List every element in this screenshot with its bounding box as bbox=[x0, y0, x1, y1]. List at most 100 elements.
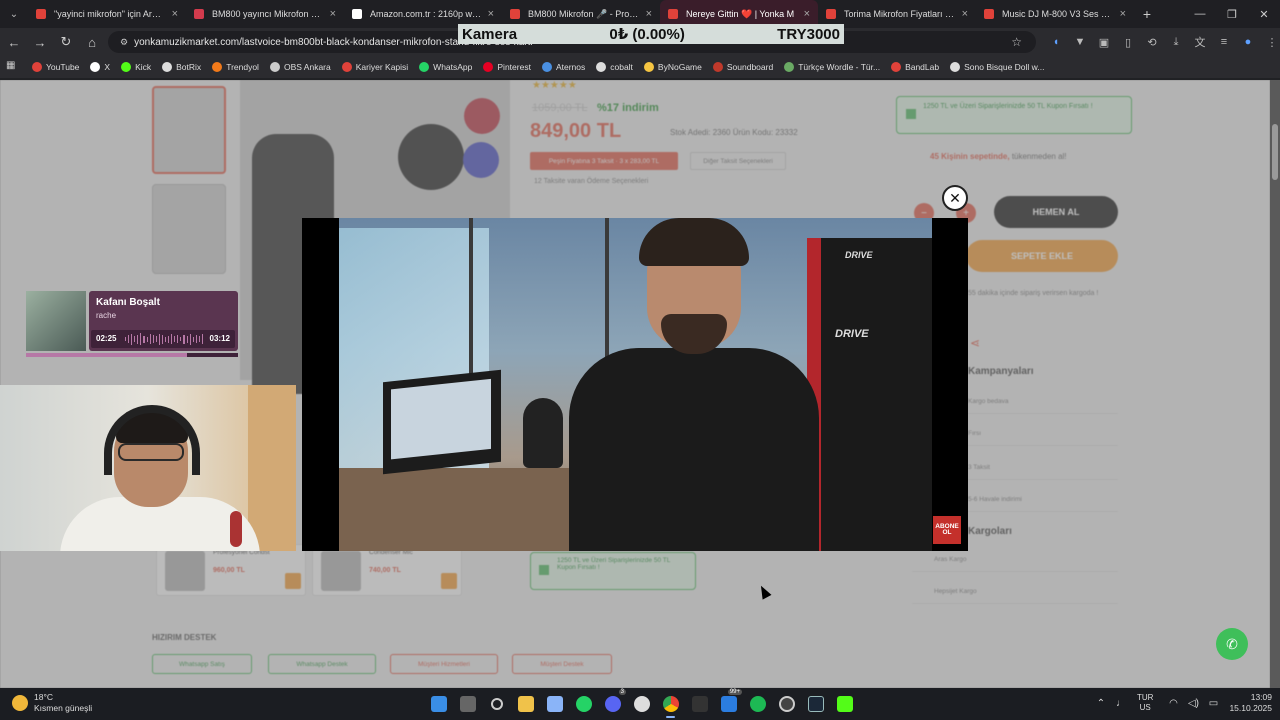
history-icon[interactable]: ⟲ bbox=[1140, 32, 1164, 52]
site-info-icon[interactable]: ⚙ bbox=[120, 37, 128, 48]
steam-button[interactable] bbox=[801, 692, 830, 716]
waveform-bar bbox=[149, 334, 151, 344]
bookmark-item[interactable]: BotRix bbox=[162, 62, 201, 72]
weather-widget[interactable]: 18°C Kısmen güneşli bbox=[12, 692, 92, 714]
forward-icon[interactable]: → bbox=[28, 30, 52, 54]
mail-button[interactable]: 99+ bbox=[714, 689, 743, 716]
installment-button[interactable]: Peşin Fiyatına 3 Taksit · 3 x 283,00 TL bbox=[530, 152, 678, 170]
tab-search-icon[interactable]: ⌄ bbox=[0, 0, 28, 28]
related-add-cart-button[interactable] bbox=[285, 573, 301, 589]
tab-close-icon[interactable]: × bbox=[172, 8, 178, 20]
product-thumbnail[interactable] bbox=[152, 184, 226, 274]
system-clock[interactable]: 13:09 15.10.2025 bbox=[1229, 692, 1272, 714]
reload-icon[interactable]: ↻ bbox=[54, 30, 78, 54]
task-view-button[interactable] bbox=[453, 692, 482, 716]
store-button[interactable] bbox=[540, 692, 569, 716]
voice-extension-icon[interactable]: ◖ bbox=[1044, 32, 1068, 52]
chevron-up-icon[interactable]: ⌃ bbox=[1093, 698, 1109, 709]
tab-close-icon[interactable]: × bbox=[488, 8, 494, 20]
bookmark-item[interactable]: Türkçe Wordle - Tür... bbox=[784, 62, 880, 72]
wifi-icon[interactable]: ◠ bbox=[1165, 698, 1181, 709]
bookmark-label: YouTube bbox=[46, 62, 80, 72]
bookmark-star-icon[interactable]: ☆ bbox=[1011, 35, 1022, 49]
waveform-bar bbox=[125, 337, 127, 341]
start-button[interactable] bbox=[424, 692, 453, 716]
restore-icon[interactable]: ❐ bbox=[1216, 0, 1248, 28]
whatsapp-support-button[interactable]: Whatsapp Destek bbox=[268, 654, 376, 674]
kick-button[interactable] bbox=[830, 692, 859, 716]
subscribe-badge[interactable]: ABONE OL bbox=[933, 516, 961, 544]
menu-dots-icon[interactable]: ⋮ bbox=[1260, 32, 1280, 52]
modal-close-icon[interactable]: ✕ bbox=[942, 185, 968, 211]
downloads-icon[interactable]: ⤓ bbox=[1164, 32, 1188, 52]
whatsapp-taskbar-button[interactable] bbox=[569, 692, 598, 716]
tab-close-icon[interactable]: × bbox=[804, 8, 810, 20]
related-product-card[interactable]: Condenser Mic 740,00 TL bbox=[312, 544, 462, 596]
bookmark-item[interactable]: Soundboard bbox=[712, 62, 773, 72]
system-tray: ⌃ ♩ TUR US ◠ ◁) ▭ 13:09 15.10.2025 bbox=[1089, 692, 1272, 714]
waveform-bar bbox=[192, 336, 194, 342]
bookmark-item[interactable]: BandLab bbox=[891, 62, 939, 72]
whatsapp-chat-icon[interactable]: ✆ bbox=[1216, 628, 1248, 660]
scrollbar-thumb[interactable] bbox=[1272, 124, 1278, 180]
waveform-bar bbox=[186, 335, 188, 343]
video-player[interactable]: DRIVE DRIVE ABONE OL bbox=[302, 218, 968, 551]
profile-avatar[interactable]: ● bbox=[1236, 32, 1260, 52]
customer-service-button[interactable]: Müşteri Hizmetleri bbox=[390, 654, 498, 674]
puzzle-extensions-icon[interactable]: ▣ bbox=[1092, 32, 1116, 52]
browser-tab[interactable]: Music DJ M-800 V3 Ses Kartlı S × bbox=[976, 0, 1134, 28]
buy-now-button[interactable]: HEMEN AL bbox=[994, 196, 1118, 228]
back-icon[interactable]: ← bbox=[2, 30, 26, 54]
microphone-icon[interactable]: ♩ bbox=[1113, 698, 1129, 709]
tab-close-icon[interactable]: × bbox=[646, 8, 652, 20]
minimize-icon[interactable]: — bbox=[1184, 0, 1216, 28]
bookmark-item[interactable]: Sono Bisque Doll w... bbox=[950, 62, 1044, 72]
terminal-button[interactable] bbox=[685, 692, 714, 716]
reading-list-icon[interactable]: ≡ bbox=[1212, 32, 1236, 52]
apps-grid-icon[interactable]: ▦ bbox=[6, 60, 20, 74]
share-icon[interactable]: ⋖ bbox=[970, 336, 980, 350]
spotify-button[interactable] bbox=[743, 692, 772, 716]
home-icon[interactable]: ⌂ bbox=[80, 30, 104, 54]
bookmark-item[interactable]: Kick bbox=[121, 62, 151, 72]
discord-button[interactable]: 3 bbox=[598, 689, 627, 716]
bookmark-item[interactable]: YouTube bbox=[32, 62, 79, 72]
filter-extension-icon[interactable]: ▼ bbox=[1068, 32, 1092, 52]
bookmark-item[interactable]: Aternos bbox=[541, 62, 585, 72]
bookmark-item[interactable]: X bbox=[90, 62, 110, 72]
battery-icon[interactable]: ▭ bbox=[1205, 698, 1221, 709]
whatsapp-sales-button[interactable]: Whatsapp Satış bbox=[152, 654, 252, 674]
translate-icon[interactable]: 文 bbox=[1188, 32, 1212, 52]
browser-tab[interactable]: BM800 yayıncı Mikrofon Seti | T × bbox=[186, 0, 344, 28]
tab-close-icon[interactable]: × bbox=[962, 8, 968, 20]
customer-support-button[interactable]: Müşteri Destek bbox=[512, 654, 612, 674]
related-add-cart-button[interactable] bbox=[441, 573, 457, 589]
bookmark-item[interactable]: cobalt bbox=[596, 62, 633, 72]
chrome-button[interactable] bbox=[656, 692, 685, 718]
obs-button[interactable] bbox=[772, 692, 801, 716]
new-tab-button[interactable]: + bbox=[1134, 6, 1160, 22]
chatgpt-button[interactable] bbox=[627, 692, 656, 716]
search-button[interactable] bbox=[482, 692, 511, 716]
volume-icon[interactable]: ◁) bbox=[1185, 698, 1201, 709]
waveform-bar bbox=[201, 334, 204, 344]
other-installments-button[interactable]: Diğer Taksit Seçenekleri bbox=[690, 152, 786, 170]
bookmark-item[interactable]: Trendyol bbox=[212, 62, 259, 72]
tab-close-icon[interactable]: × bbox=[1120, 8, 1126, 20]
sidebar-icon[interactable]: ▯ bbox=[1116, 32, 1140, 52]
language-indicator[interactable]: TUR US bbox=[1137, 693, 1153, 713]
bookmark-item[interactable]: OBS Ankara bbox=[269, 62, 331, 72]
file-explorer-button[interactable] bbox=[511, 692, 540, 716]
bookmark-item[interactable]: WhatsApp bbox=[419, 62, 472, 72]
window-controls: — ❐ ✕ bbox=[1184, 0, 1280, 28]
product-thumbnail[interactable] bbox=[152, 86, 226, 174]
add-to-cart-button[interactable]: SEPETE EKLE bbox=[966, 240, 1118, 272]
bookmark-item[interactable]: Pinterest bbox=[483, 62, 531, 72]
bookmark-item[interactable]: ByNoGame bbox=[643, 62, 702, 72]
bookmark-item[interactable]: Kariyer Kapisi bbox=[341, 62, 408, 72]
related-product-card[interactable]: Profesyonel Condst 960,00 TL bbox=[156, 544, 306, 596]
tab-close-icon[interactable]: × bbox=[330, 8, 336, 20]
page-scrollbar[interactable] bbox=[1270, 80, 1280, 688]
close-window-icon[interactable]: ✕ bbox=[1248, 0, 1280, 28]
browser-tab[interactable]: "yayinci mikrofon" için Arama S × bbox=[28, 0, 186, 28]
